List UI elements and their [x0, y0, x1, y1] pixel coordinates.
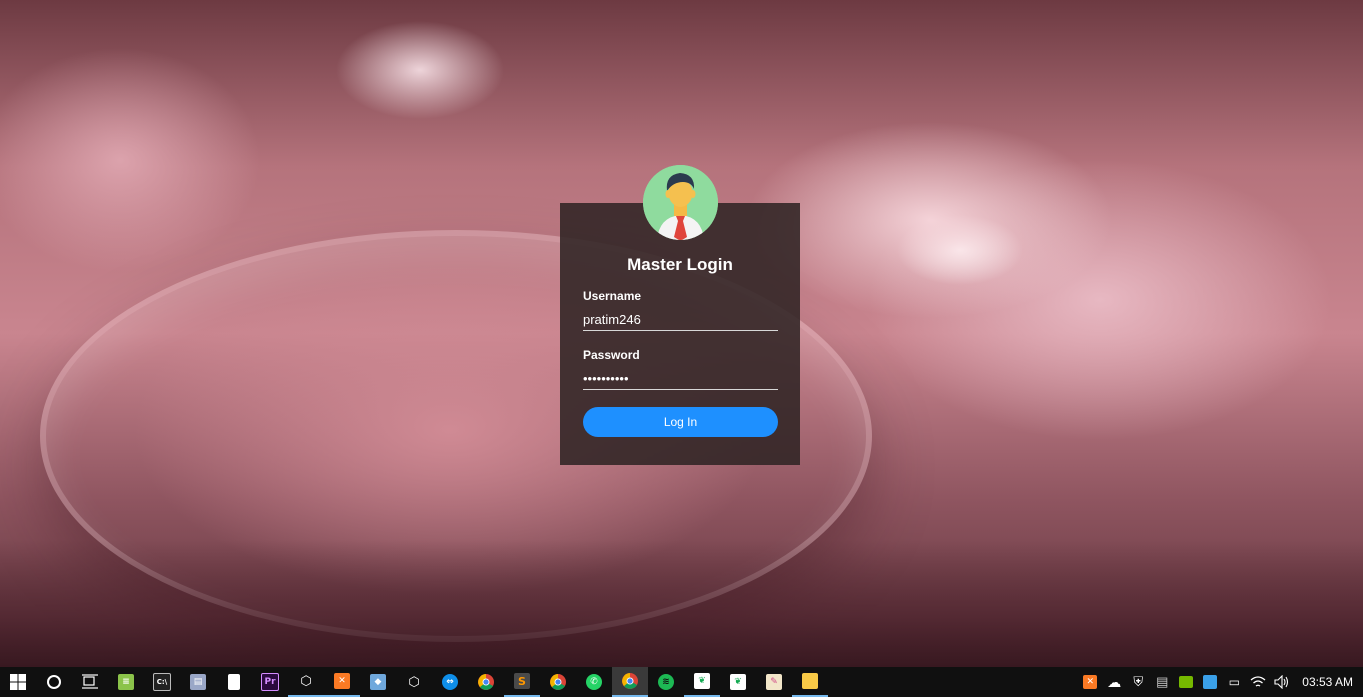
cortana-circle-icon — [47, 675, 61, 689]
windows-icon — [10, 674, 26, 690]
tray-app[interactable] — [1198, 667, 1222, 697]
username-input[interactable] — [583, 308, 778, 331]
tray-xampp[interactable]: ✕ — [1078, 667, 1102, 697]
taskbar-virtualbox[interactable]: ◆ — [360, 667, 396, 697]
folder-icon — [802, 673, 818, 689]
start-button[interactable] — [0, 667, 36, 697]
taskbar-chrome-active[interactable] — [612, 667, 648, 697]
premiere-icon: Pr — [261, 673, 279, 691]
taskbar-chrome-2[interactable] — [540, 667, 576, 697]
tray-nvidia[interactable] — [1174, 667, 1198, 697]
taskbar: ≡ C:\ ▤ Pr ⬡ ✕ ◆ ⬡ ⇔ S ✆ ≋ ❦ ❦ ✎ ✕ ☁ ⛨ ▤… — [0, 667, 1363, 697]
taskbar-command-prompt[interactable]: C:\ — [144, 667, 180, 697]
spotify-icon: ≋ — [658, 674, 674, 690]
box-outline-icon: ⬡ — [300, 673, 312, 689]
battery-icon: ▭ — [1228, 675, 1240, 689]
document-icon — [228, 674, 240, 690]
tray-cloud[interactable]: ☁ — [1102, 667, 1126, 697]
taskbar-teamviewer[interactable]: ⇔ — [432, 667, 468, 697]
xampp-icon: ✕ — [1083, 675, 1098, 689]
tray-volume[interactable] — [1270, 667, 1294, 697]
task-view-icon — [82, 674, 98, 689]
tray-wifi[interactable] — [1246, 667, 1270, 697]
tray-battery[interactable]: ▭ — [1222, 667, 1246, 697]
taskbar-notepad-plus[interactable]: ≡ — [108, 667, 144, 697]
login-button[interactable]: Log In — [583, 407, 778, 437]
taskbar-box-app[interactable]: ⬡ — [288, 667, 324, 697]
taskbar-file-tool[interactable]: ▤ — [180, 667, 216, 697]
taskbar-xampp[interactable]: ✕ — [324, 667, 360, 697]
wifi-icon — [1250, 676, 1266, 687]
cmd-icon: C:\ — [153, 673, 171, 691]
cloud-icon: ☁ — [1107, 673, 1122, 690]
tray-defender[interactable]: ⛨ — [1126, 667, 1150, 697]
whatsapp-icon: ✆ — [586, 674, 602, 690]
task-view-button[interactable] — [72, 667, 108, 697]
chrome-icon — [622, 673, 638, 689]
nvidia-icon — [1179, 676, 1194, 688]
notepad-plus-icon: ≡ — [118, 674, 134, 690]
search-button[interactable] — [36, 667, 72, 697]
username-label: Username — [583, 289, 642, 303]
sublime-icon: S — [514, 673, 530, 689]
password-label: Password — [583, 348, 640, 362]
taskbar-mongodb[interactable]: ❦ — [684, 667, 720, 697]
taskbar-premiere[interactable]: Pr — [252, 667, 288, 697]
taskbar-document[interactable] — [216, 667, 252, 697]
chrome-icon — [550, 674, 566, 690]
login-panel: Master Login Username Password Log In — [560, 203, 800, 465]
user-avatar-icon — [643, 165, 718, 240]
system-tray: ✕ ☁ ⛨ ▤ ▭ 03:53 AM — [1078, 667, 1363, 697]
cube-icon: ◆ — [370, 674, 386, 690]
taskbar-box-app-2[interactable]: ⬡ — [396, 667, 432, 697]
shield-icon: ⛨ — [1133, 674, 1144, 689]
box-outline-icon: ⬡ — [408, 674, 420, 690]
paint-icon: ✎ — [766, 674, 782, 690]
tray-monitor[interactable]: ▤ — [1150, 667, 1174, 697]
teamviewer-icon: ⇔ — [442, 674, 458, 690]
chrome-icon — [478, 674, 494, 690]
taskbar-mongodb-2[interactable]: ❦ — [720, 667, 756, 697]
taskbar-chrome[interactable] — [468, 667, 504, 697]
xampp-icon: ✕ — [334, 673, 350, 689]
monitor-icon: ▤ — [1156, 674, 1169, 689]
login-title: Master Login — [627, 255, 733, 274]
file-tool-icon: ▤ — [190, 674, 206, 690]
clock-time[interactable]: 03:53 AM — [1294, 675, 1363, 689]
taskbar-sublime[interactable]: S — [504, 667, 540, 697]
app-tray-icon — [1203, 675, 1218, 689]
volume-icon — [1274, 675, 1289, 689]
taskbar-whatsapp[interactable]: ✆ — [576, 667, 612, 697]
taskbar-spotify[interactable]: ≋ — [648, 667, 684, 697]
taskbar-file-explorer[interactable] — [792, 667, 828, 697]
taskbar-paint[interactable]: ✎ — [756, 667, 792, 697]
password-input[interactable] — [583, 367, 778, 390]
background-floor — [0, 540, 1363, 667]
mongodb-leaf-icon: ❦ — [694, 673, 710, 689]
mongodb-leaf-icon: ❦ — [730, 674, 746, 690]
